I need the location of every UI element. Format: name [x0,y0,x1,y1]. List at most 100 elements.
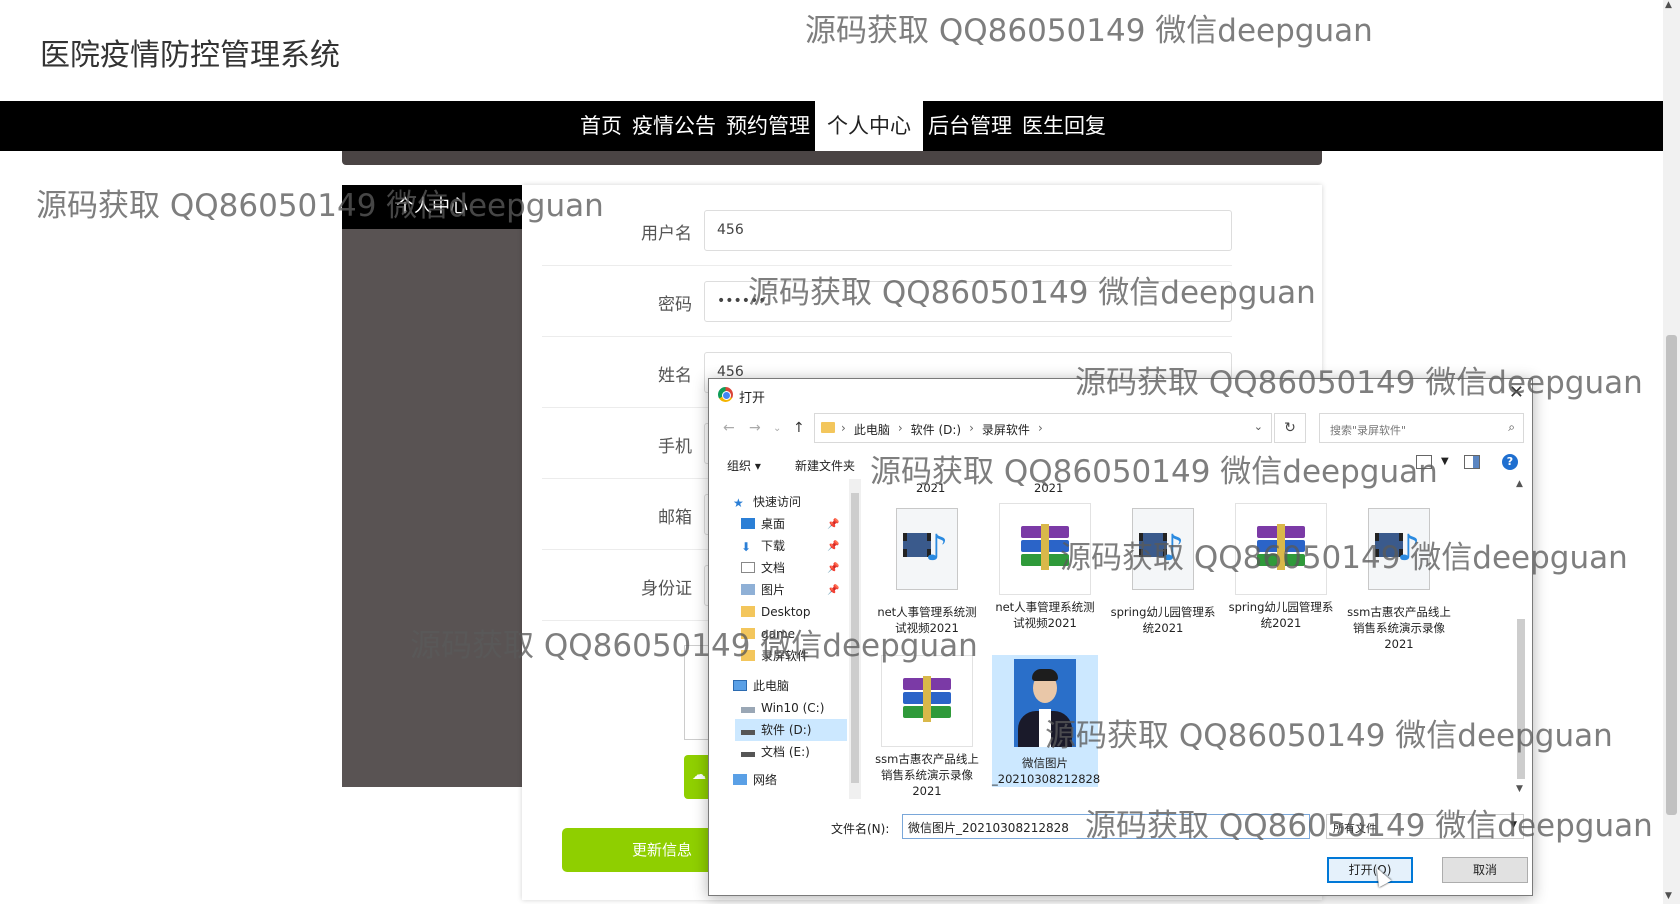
nav-desktop-cn[interactable]: 桌面 [741,513,785,535]
drive-icon [741,752,755,757]
search-input[interactable]: 搜索"录屏软件" ⌕ [1319,413,1524,443]
file-item[interactable]: ♪ ssm古惠农产品线上销售系统演示录像2021 [1346,503,1452,652]
breadcrumb-this-pc[interactable]: 此电脑 [854,421,890,438]
nav-network[interactable]: 网络 [733,769,777,791]
preview-pane-icon[interactable] [1464,455,1480,469]
nav-label: 快速访问 [753,495,802,509]
nav-personal-center[interactable]: 个人中心 [815,101,923,151]
desktop-icon [741,518,755,529]
scroll-down-icon[interactable]: ▼ [1516,784,1523,794]
cancel-button[interactable]: 取消 [1442,857,1528,883]
archive-file-icon [903,676,951,722]
nav-drive-e[interactable]: 文档 (E:) [741,741,810,763]
close-icon[interactable]: ✕ [1509,382,1524,403]
nav-home[interactable]: 首页 [575,101,627,151]
chrome-icon [718,387,733,402]
file-item[interactable]: net人事管理系统测试视频2021 [992,503,1098,631]
email-label: 邮箱 [658,508,692,528]
search-placeholder: 搜索"录屏软件" [1330,424,1407,437]
filename-input[interactable]: 微信图片_20210308212828 [902,814,1310,839]
cloud-upload-icon: ☁ [692,767,706,783]
chevron-down-icon[interactable]: ▼ [1441,456,1449,467]
photo-thumbnail [1014,659,1076,747]
form-row-username: 用户名 456 [542,195,1232,266]
file-item-selected[interactable]: 微信图片_20210308212828 [992,655,1101,787]
file-name: 微信图片_20210308212828 [992,756,1101,786]
file-list-scrollbar-thumb[interactable] [1517,619,1525,779]
username-input[interactable]: 456 [704,210,1232,251]
scroll-up-icon[interactable]: ▲ [1516,479,1523,489]
scroll-down-icon[interactable]: ▼ [1665,891,1672,901]
nav-label: game [761,627,796,641]
nav-pane-scrollbar[interactable] [849,479,861,799]
nav-announcements[interactable]: 疫情公告 [627,101,721,151]
nav-recording-folder[interactable]: 录屏软件 [741,645,809,667]
breadcrumb-drive-d[interactable]: 软件 (D:) [911,421,961,438]
file-item[interactable]: spring幼儿园管理系统2021 [1228,503,1334,631]
sidebar-header[interactable]: 个人中心 [342,185,522,229]
breadcrumb-recording-folder[interactable]: 录屏软件 [982,421,1030,438]
nav-doctor-reply[interactable]: 医生回复 [1017,101,1111,151]
file-list: ♪ net人事管理系统测试视频2021 net人事管理系统测试视频2021 ♪ … [864,479,1504,797]
help-icon[interactable]: ? [1502,454,1518,470]
pin-icon: 📌 [827,541,840,552]
breadcrumb-separator-icon: › [897,421,903,435]
download-icon: ⬇ [741,540,752,554]
view-mode-icon[interactable] [1416,455,1432,469]
file-name: ssm古惠农产品线上销售系统演示录像2021 [1347,605,1451,651]
nav-pane-scrollbar-thumb[interactable] [851,493,859,783]
watermark: 源码获取 QQ86050149 微信deepguan [805,13,1373,49]
page-scrollbar-thumb[interactable] [1666,335,1677,815]
file-item[interactable]: ssm古惠农产品线上销售系统演示录像2021 [874,655,980,797]
nav-drive-c[interactable]: Win10 (C:) [741,697,824,719]
nav-underbar [342,151,1322,165]
organize-menu[interactable]: 组织 ▾ [727,457,761,474]
search-icon[interactable]: ⌕ [1508,420,1515,435]
address-bar[interactable]: › 此电脑 › 软件 (D:) › 录屏软件 › ⌄ [814,413,1272,443]
nav-drive-d[interactable]: 软件 (D:) [735,719,847,741]
nav-this-pc[interactable]: 此电脑 [733,675,789,697]
nav-label: 软件 (D:) [761,723,812,737]
nav-label: 桌面 [761,517,786,531]
refresh-icon[interactable]: ↻ [1274,413,1306,443]
video-file-icon: ♪ [896,508,958,590]
folder-icon [741,606,755,617]
nav-desktop[interactable]: Desktop [741,601,811,623]
nav-quick-access[interactable]: ★ 快速访问 [733,491,801,513]
dialog-titlebar[interactable]: 打开 ✕ [709,379,1532,409]
nav-label: 此电脑 [753,679,790,693]
nav-admin[interactable]: 后台管理 [923,101,1017,151]
file-item[interactable]: ♪ spring幼儿园管理系统2021 [1110,503,1216,636]
up-arrow-icon[interactable]: ↑ [793,420,805,436]
breadcrumb-separator-icon: › [841,421,846,435]
computer-icon [733,680,747,691]
nav-documents[interactable]: 文档 [741,557,785,579]
site-title: 医院疫情防控管理系统 [40,38,340,73]
file-name: net人事管理系统测试视频2021 [877,605,977,635]
form-row-password: 密码 •••••• [542,266,1232,337]
star-icon: ★ [733,496,744,510]
idcard-label: 身份证 [641,579,692,599]
breadcrumb-separator-icon: › [969,421,974,435]
forward-arrow-icon[interactable]: → [749,420,761,436]
back-arrow-icon[interactable]: ← [723,420,735,436]
open-button[interactable]: 打开(O) [1327,857,1413,883]
nav-downloads[interactable]: ⬇ 下载 [741,535,785,557]
nav-game[interactable]: game [741,623,795,645]
filetype-select[interactable]: 所有文件 ▼ [1326,814,1524,839]
nav-label: Win10 (C:) [761,701,825,715]
filetype-value: 所有文件 [1333,822,1377,835]
file-name: ssm古惠农产品线上销售系统演示录像2021 [875,752,979,797]
file-item[interactable]: ♪ net人事管理系统测试视频2021 [874,503,980,636]
video-file-icon: ♪ [1132,508,1194,590]
chevron-down-icon[interactable]: ⌄ [1254,420,1263,433]
nav-pictures[interactable]: 图片 [741,579,785,601]
nav-label: 文档 (E:) [761,745,810,759]
nav-appointments[interactable]: 预约管理 [721,101,815,151]
recent-dropdown-icon[interactable]: ⌄ [773,423,781,434]
scroll-up-icon[interactable]: ▲ [1665,0,1672,10]
drive-icon [741,707,755,713]
file-list-scrollbar[interactable]: ▲ ▼ [1514,479,1528,799]
password-input[interactable]: •••••• [704,281,1232,322]
new-folder-button[interactable]: 新建文件夹 [795,457,855,474]
